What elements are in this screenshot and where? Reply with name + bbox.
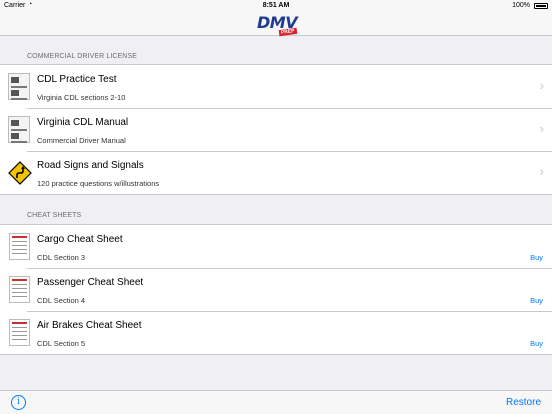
battery-percentage: 100% xyxy=(512,2,530,9)
row-subtitle: CDL Section 5 xyxy=(37,339,86,348)
test-thumbnail-icon xyxy=(8,73,30,100)
battery-icon xyxy=(534,3,548,9)
row-subtitle: Commercial Driver Manual xyxy=(37,136,126,145)
cheat-sheet-thumbnail-icon xyxy=(9,276,30,303)
buy-button[interactable]: Buy xyxy=(530,253,543,262)
section-header-cheat-sheets: CHEAT SHEETS xyxy=(27,212,82,219)
row-title: Cargo Cheat Sheet xyxy=(37,234,123,245)
cheat-sheet-thumbnail-icon xyxy=(9,233,30,260)
chevron-right-icon: › xyxy=(539,121,544,136)
list-item-cargo-cheat-sheet[interactable]: Cargo Cheat Sheet CDL Section 3 Buy xyxy=(0,225,552,268)
row-subtitle: 120 practice questions w/illustrations xyxy=(37,179,160,188)
bottom-toolbar: i Restore xyxy=(0,390,552,414)
dmv-prep-logo: DMV PREP xyxy=(257,13,298,37)
cheat-sheets-group: Cargo Cheat Sheet CDL Section 3 Buy Pass… xyxy=(0,224,552,355)
status-time: 8:51 AM xyxy=(262,2,290,9)
row-subtitle: CDL Section 3 xyxy=(37,253,86,262)
row-title: Virginia CDL Manual xyxy=(37,117,129,128)
row-title: Air Brakes Cheat Sheet xyxy=(37,320,142,331)
cdl-group: CDL Practice Test Virginia CDL sections … xyxy=(0,64,552,195)
restore-button[interactable]: Restore xyxy=(506,397,541,408)
list-item-passenger-cheat-sheet[interactable]: Passenger Cheat Sheet CDL Section 4 Buy xyxy=(0,268,552,311)
manual-thumbnail-icon xyxy=(8,116,30,143)
list-item-virginia-cdl-manual[interactable]: Virginia CDL Manual Commercial Driver Ma… xyxy=(0,108,552,151)
list-item-cdl-practice-test[interactable]: CDL Practice Test Virginia CDL sections … xyxy=(0,65,552,108)
chevron-right-icon: › xyxy=(539,164,544,179)
status-bar: Carrier ◔ 8:51 AM 100% xyxy=(0,0,552,12)
buy-button[interactable]: Buy xyxy=(530,339,543,348)
navigation-bar: DMV PREP xyxy=(0,12,552,37)
info-icon[interactable]: i xyxy=(11,395,26,410)
list-item-air-brakes-cheat-sheet[interactable]: Air Brakes Cheat Sheet CDL Section 5 Buy xyxy=(0,311,552,354)
cheat-sheet-thumbnail-icon xyxy=(9,319,30,346)
section-header-cdl: COMMERCIAL DRIVER LICENSE xyxy=(27,53,137,60)
row-subtitle: Virginia CDL sections 2-10 xyxy=(37,93,126,102)
buy-button[interactable]: Buy xyxy=(530,296,543,305)
row-title: Passenger Cheat Sheet xyxy=(37,277,144,288)
row-title: Road Signs and Signals xyxy=(37,160,144,171)
winding-road-sign-icon xyxy=(8,161,32,185)
list-item-road-signs[interactable]: Road Signs and Signals 120 practice ques… xyxy=(0,151,552,194)
row-title: CDL Practice Test xyxy=(37,74,117,85)
logo-badge: PREP xyxy=(279,27,298,37)
row-subtitle: CDL Section 4 xyxy=(37,296,86,305)
chevron-right-icon: › xyxy=(539,78,544,93)
